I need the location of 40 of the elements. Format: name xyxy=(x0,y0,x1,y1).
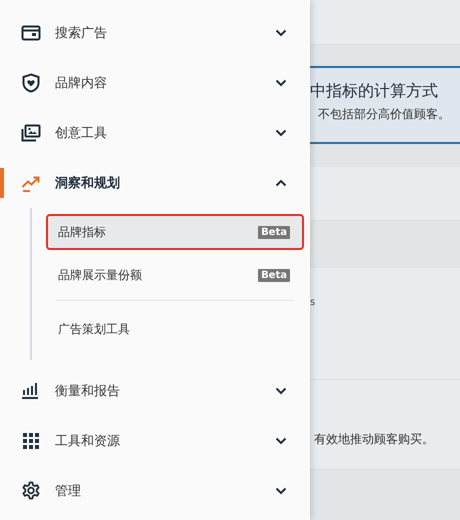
chevron-icon xyxy=(275,29,287,37)
nav-item[interactable]: 管理 xyxy=(0,466,310,516)
nav-item[interactable]: 衡量和报告 xyxy=(0,366,310,416)
nav-item[interactable]: 创意工具 xyxy=(0,108,310,158)
submenu-item[interactable]: 品牌展示量份额 Beta xyxy=(46,257,304,293)
submenu-item[interactable]: 广告策划工具 xyxy=(46,311,304,347)
shield-heart-icon xyxy=(21,73,41,93)
chevron-icon xyxy=(275,179,287,187)
nav-item[interactable]: 品牌内容 xyxy=(0,58,310,108)
nav-item[interactable]: 搜索广告 xyxy=(0,8,310,58)
nav-label: 洞察和规划 xyxy=(55,174,121,192)
submenu-item[interactable]: 品牌指标 Beta xyxy=(46,214,304,250)
nav-label: 管理 xyxy=(55,483,82,500)
notice-title: 中指标的计算方式 xyxy=(310,81,439,102)
nav-label: 衡量和报告 xyxy=(55,383,121,400)
nav-item[interactable]: 工具和资源 xyxy=(0,416,310,466)
nav-label: 品牌内容 xyxy=(55,75,108,92)
notice-text: 不包括部分高价值顾客。 xyxy=(317,106,451,123)
footer-text: 有效地推动顾客购买。 xyxy=(313,432,434,446)
beta-badge: Beta xyxy=(258,226,290,238)
nav-label: 搜索广告 xyxy=(55,25,108,42)
chevron-icon xyxy=(275,487,287,495)
chevron-icon xyxy=(275,129,287,137)
beta-badge: Beta xyxy=(258,268,290,282)
nav-label: 工具和资源 xyxy=(55,433,121,450)
bar-chart-icon xyxy=(21,381,41,401)
chevron-icon xyxy=(275,79,287,87)
images-icon xyxy=(21,123,41,143)
grid-icon xyxy=(21,431,41,451)
chevron-icon xyxy=(275,387,287,395)
nav-label: 创意工具 xyxy=(55,125,108,142)
settings-icon xyxy=(21,481,41,501)
submenu-label: 广告策划工具 xyxy=(58,320,130,338)
submenu-label: 品牌展示量份额 xyxy=(58,266,142,284)
submenu-label: 品牌指标 xyxy=(58,224,106,240)
active-marker xyxy=(0,168,4,198)
chevron-icon xyxy=(275,437,287,445)
row-text: s xyxy=(310,297,316,308)
card-icon xyxy=(21,23,41,43)
nav-item[interactable]: 洞察和规划 xyxy=(0,158,310,208)
